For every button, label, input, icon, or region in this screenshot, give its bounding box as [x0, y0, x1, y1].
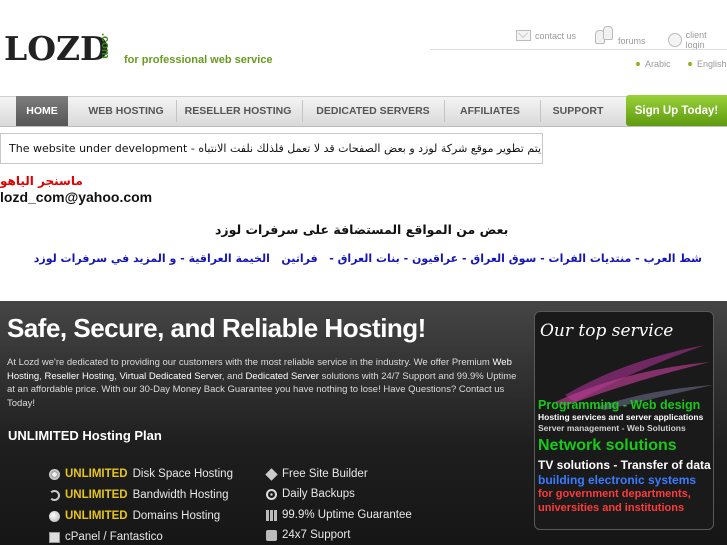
hosted-sites-heading: بعض من المواقع المستضافة على سرفرات لوزد — [215, 222, 509, 237]
uptime-icon — [266, 509, 277, 521]
promo-line: building electronic systems — [538, 473, 697, 487]
promo-line: Programming - Web design — [538, 398, 701, 412]
promo-line: universities and institutions — [538, 502, 685, 514]
feature-text: Daily Backups — [282, 488, 355, 500]
feature-text: 99.9% Uptime Guarantee — [282, 509, 412, 521]
nav-affiliates[interactable]: AFFILIATES — [452, 96, 528, 126]
bullet-icon — [688, 62, 692, 66]
forum-users-icon — [594, 25, 614, 45]
support-icon — [266, 529, 277, 541]
nav-separator — [302, 100, 303, 122]
nav-web-hosting[interactable]: WEB HOSTING — [80, 96, 172, 126]
bullet-icon — [636, 62, 640, 66]
hero-text-part: At Lozd we're dedicated to providing our… — [7, 357, 493, 368]
nav-separator — [444, 100, 445, 122]
feature-backups: Daily Backups — [266, 488, 355, 500]
hero-description: At Lozd we're dedicated to providing our… — [7, 356, 522, 410]
nav-home[interactable]: HOME — [16, 96, 68, 126]
feature-domains: UNLIMITED Domains Hosting — [49, 510, 220, 522]
nav-dedicated-servers[interactable]: DEDICATED SERVERS — [310, 96, 436, 126]
feature-text: Bandwidth Hosting — [132, 489, 229, 501]
hero-text-highlight: Virtual Dedicated Server — [119, 370, 222, 382]
yahoo-messenger-label: ماسنجر الياهو — [0, 174, 83, 188]
logo-domain-suffix: .com — [99, 33, 111, 59]
nav-reseller-hosting[interactable]: RESELLER HOSTING — [180, 96, 296, 126]
feature-disk-space: UNLIMITED Disk Space Hosting — [49, 468, 233, 480]
feature-support: 24x7 Support — [266, 529, 350, 541]
hero-text-highlight: Reseller Hosting — [44, 370, 115, 382]
site-tagline: for professional web service — [124, 54, 273, 66]
language-english[interactable]: English — [688, 59, 727, 69]
hosted-site-link[interactable]: و المزيد في سرفرات لوزد — [34, 252, 177, 265]
promo-line: Hosting services and server applications — [538, 412, 704, 422]
feature-cpanel: cPanel / Fantastico — [49, 531, 163, 543]
client-login-link[interactable]: client login — [668, 30, 727, 50]
plan-title: UNLIMITED Hosting Plan — [8, 428, 162, 443]
language-arabic[interactable]: Arabic — [636, 59, 671, 69]
hero-title: Safe, Secure, and Reliable Hosting! — [7, 313, 426, 343]
nav-support[interactable]: SUPPORT — [548, 96, 608, 126]
promo-line: for government departments, — [538, 488, 691, 500]
client-login-label: client login — [685, 30, 707, 50]
bandwidth-icon — [49, 489, 60, 501]
contact-link-label: contact us — [535, 30, 577, 41]
panel-icon — [49, 531, 60, 543]
hosted-site-link[interactable]: الخيمة العراقية — [189, 252, 270, 265]
hosted-site-link[interactable]: بنات العراق — [338, 252, 400, 265]
hosted-site-link[interactable]: عراقيون — [412, 252, 458, 265]
backup-icon — [266, 488, 277, 500]
builder-icon — [265, 467, 278, 481]
hosted-site-link[interactable]: سوق العراق — [470, 252, 536, 265]
feature-text: Free Site Builder — [282, 468, 368, 480]
feature-site-builder: Free Site Builder — [265, 467, 368, 481]
hosted-site-link[interactable]: فراتين — [281, 252, 317, 265]
key-icon — [668, 33, 682, 47]
development-notice: The website under development - يتم تطوي… — [0, 133, 543, 164]
feature-text: cPanel / Fantastico — [65, 531, 163, 543]
hosted-sites-links: شط العرب - منتديات الفرات - سوق العراق -… — [33, 252, 702, 265]
header-divider — [430, 49, 727, 50]
globe-icon — [49, 510, 60, 522]
nav-separator — [540, 100, 541, 122]
disk-icon — [49, 468, 60, 480]
hero-text-part: , and — [221, 370, 246, 382]
hero-text-highlight: Dedicated Server — [245, 370, 319, 382]
feature-uptime: 99.9% Uptime Guarantee — [266, 509, 412, 521]
site-logo[interactable]: LOZD — [4, 30, 109, 68]
contact-link[interactable]: contact us — [516, 30, 576, 41]
feature-highlight: UNLIMITED — [65, 468, 128, 480]
feature-text: Disk Space Hosting — [132, 468, 233, 480]
forums-link[interactable]: forums — [594, 24, 646, 46]
feature-text: Domains Hosting — [132, 510, 221, 522]
messenger-email[interactable]: lozd_com@yahoo.com — [0, 189, 152, 205]
promo-line: Network solutions — [538, 437, 677, 454]
mail-icon — [516, 30, 531, 41]
promo-line: Server management - Web Solutions — [538, 423, 686, 433]
hosted-site-link[interactable]: منتديات الفرات — [549, 252, 632, 265]
feature-highlight: UNLIMITED — [65, 510, 128, 522]
hosted-site-link[interactable]: شط العرب — [644, 252, 702, 265]
sign-up-button[interactable]: Sign Up Today! — [626, 95, 727, 126]
promo-line: TV solutions - Transfer of data — [538, 458, 711, 472]
feature-bandwidth: UNLIMITED Bandwidth Hosting — [49, 489, 229, 501]
nav-separator — [176, 100, 177, 122]
language-arabic-label: Arabic — [645, 59, 671, 69]
feature-highlight: UNLIMITED — [65, 489, 128, 501]
forums-link-label: forums — [618, 36, 646, 46]
feature-text: 24x7 Support — [282, 529, 351, 541]
promo-title: Our top service — [540, 321, 674, 341]
language-english-label: English — [697, 59, 727, 69]
